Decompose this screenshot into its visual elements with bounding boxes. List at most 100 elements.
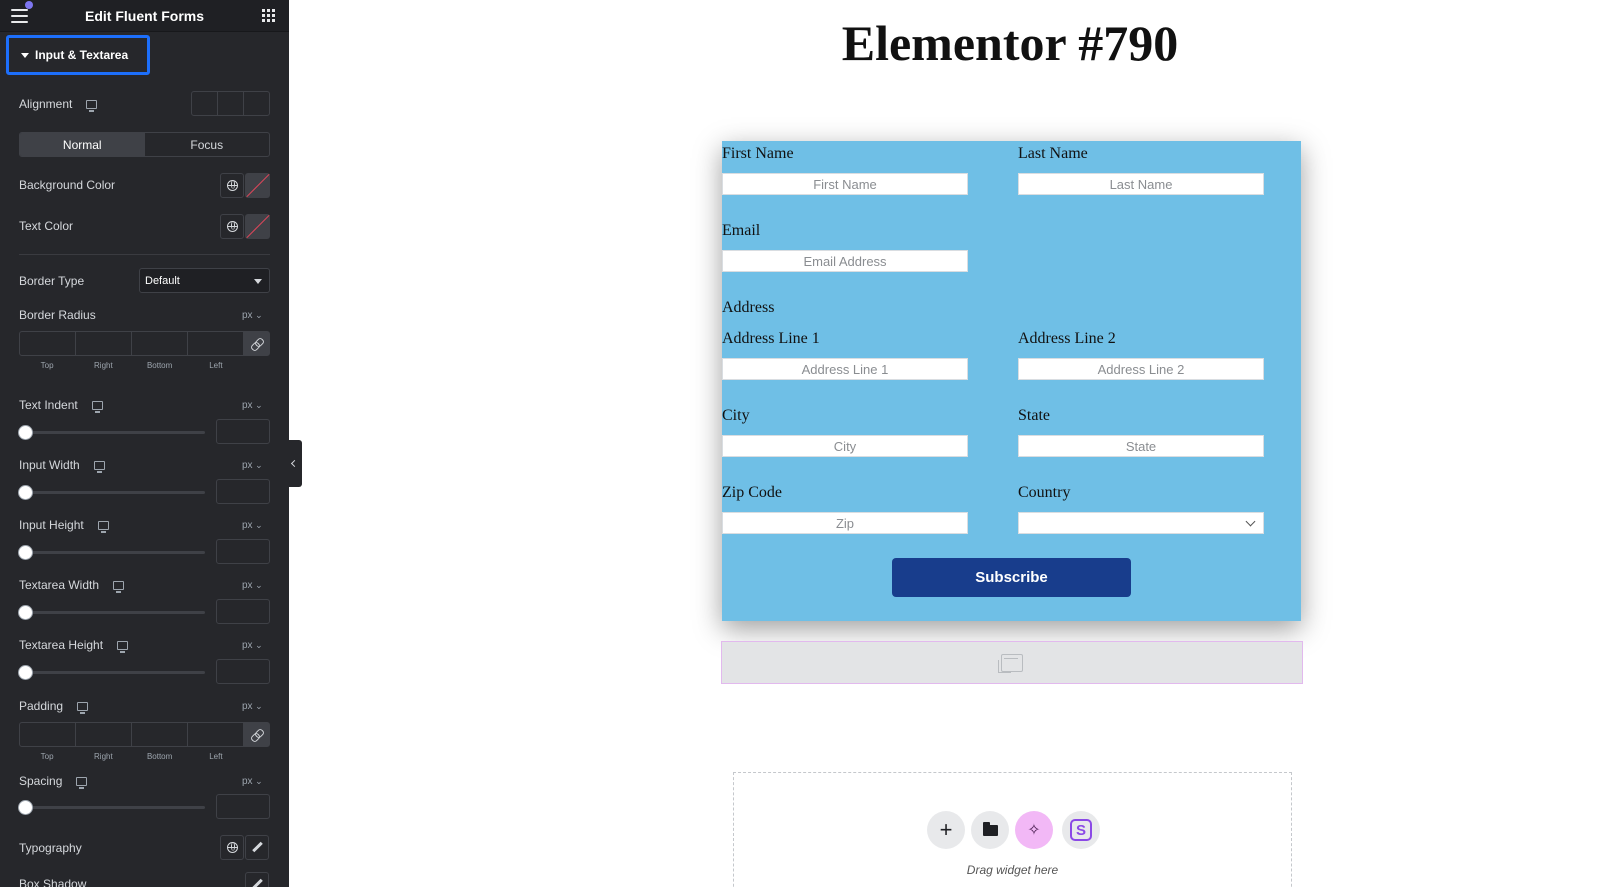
input-height-input[interactable] bbox=[216, 539, 270, 564]
responsive-monitor-icon[interactable] bbox=[93, 460, 105, 473]
input-height-label: Input Height bbox=[19, 518, 84, 532]
email-input[interactable] bbox=[722, 250, 968, 272]
unit-selector[interactable]: px bbox=[242, 580, 263, 591]
slider-handle[interactable] bbox=[18, 605, 33, 620]
spacing-input[interactable] bbox=[216, 794, 270, 819]
link-icon bbox=[252, 730, 262, 740]
align-left-button[interactable] bbox=[192, 92, 218, 115]
country-select[interactable] bbox=[1018, 512, 1264, 534]
unit-selector[interactable]: px bbox=[242, 310, 263, 321]
edit-box-shadow-button[interactable] bbox=[245, 872, 269, 887]
last-name-input[interactable] bbox=[1018, 173, 1264, 195]
dim-label-left: Left bbox=[209, 361, 223, 370]
text-indent-input[interactable] bbox=[216, 419, 270, 444]
collapse-panel-button[interactable] bbox=[284, 440, 302, 487]
unit-selector[interactable]: px bbox=[242, 400, 263, 411]
padding-top-input[interactable] bbox=[20, 723, 76, 746]
responsive-monitor-icon[interactable] bbox=[86, 99, 98, 112]
padding-left-input[interactable] bbox=[188, 723, 244, 746]
global-typography-button[interactable] bbox=[220, 835, 244, 860]
spacing-control: Spacing bbox=[19, 774, 88, 789]
state-input[interactable] bbox=[1018, 435, 1264, 457]
editor-panel: Edit Fluent Forms Input & Textarea Align… bbox=[0, 0, 289, 887]
text-indent-slider[interactable] bbox=[18, 425, 205, 440]
input-width-slider[interactable] bbox=[18, 485, 205, 500]
link-values-button[interactable] bbox=[244, 332, 269, 355]
city-input[interactable] bbox=[722, 435, 968, 457]
chevron-down-icon bbox=[1245, 516, 1256, 527]
responsive-monitor-icon[interactable] bbox=[113, 580, 125, 593]
global-colors-button[interactable] bbox=[220, 173, 244, 198]
responsive-monitor-icon[interactable] bbox=[77, 701, 89, 714]
textarea-height-label: Textarea Height bbox=[19, 638, 104, 652]
global-colors-button[interactable] bbox=[220, 214, 244, 239]
zip-code-input[interactable] bbox=[722, 512, 968, 534]
align-right-button[interactable] bbox=[244, 92, 269, 115]
responsive-monitor-icon[interactable] bbox=[97, 520, 109, 533]
divider bbox=[19, 254, 270, 255]
textarea-width-slider[interactable] bbox=[18, 605, 205, 620]
subscribe-button[interactable]: Subscribe bbox=[892, 558, 1131, 597]
align-center-button[interactable] bbox=[218, 92, 244, 115]
first-name-label: First Name bbox=[722, 145, 794, 162]
radius-left-input[interactable] bbox=[188, 332, 244, 355]
padding-right-input[interactable] bbox=[76, 723, 132, 746]
text-color-swatch[interactable] bbox=[245, 214, 270, 239]
slider-handle[interactable] bbox=[18, 545, 33, 560]
radius-bottom-input[interactable] bbox=[132, 332, 188, 355]
textarea-height-slider[interactable] bbox=[18, 665, 205, 680]
widget-placeholder-icon bbox=[998, 653, 1023, 673]
section-toggle-input-textarea[interactable]: Input & Textarea bbox=[6, 35, 150, 75]
padding-bottom-input[interactable] bbox=[132, 723, 188, 746]
slider-handle[interactable] bbox=[18, 800, 33, 815]
input-height-slider[interactable] bbox=[18, 545, 205, 560]
email-label: Email bbox=[722, 222, 761, 239]
radius-right-input[interactable] bbox=[76, 332, 132, 355]
tab-focus[interactable]: Focus bbox=[145, 133, 270, 156]
input-width-input[interactable] bbox=[216, 479, 270, 504]
spacing-slider[interactable] bbox=[18, 800, 205, 815]
slider-handle[interactable] bbox=[18, 485, 33, 500]
unit-selector[interactable]: px bbox=[242, 776, 263, 787]
tab-normal[interactable]: Normal bbox=[20, 133, 145, 156]
border-type-label: Border Type bbox=[19, 274, 85, 288]
radius-top-input[interactable] bbox=[20, 332, 76, 355]
first-name-input[interactable] bbox=[722, 173, 968, 195]
add-section-button[interactable]: + bbox=[927, 811, 965, 849]
link-values-button[interactable] bbox=[244, 723, 269, 746]
widget-drop-zone[interactable]: + ✧ S Drag widget here bbox=[733, 772, 1292, 887]
textarea-height-input[interactable] bbox=[216, 659, 270, 684]
edit-typography-button[interactable] bbox=[245, 835, 269, 860]
pencil-icon bbox=[252, 879, 263, 887]
address-line1-input[interactable] bbox=[722, 358, 968, 380]
widgets-grid-icon[interactable] bbox=[262, 9, 275, 22]
responsive-monitor-icon[interactable] bbox=[76, 776, 88, 789]
padding-label: Padding bbox=[19, 699, 64, 713]
responsive-monitor-icon[interactable] bbox=[117, 640, 129, 653]
background-color-swatch[interactable] bbox=[245, 173, 270, 198]
sparkle-icon: ✧ bbox=[1027, 822, 1041, 839]
input-width-label: Input Width bbox=[19, 458, 80, 472]
ai-generate-button[interactable]: ✧ bbox=[1015, 811, 1053, 849]
empty-widget-placeholder[interactable] bbox=[721, 641, 1303, 684]
unit-selector[interactable]: px bbox=[242, 520, 263, 531]
border-type-select[interactable]: Default bbox=[139, 268, 270, 293]
folder-icon bbox=[982, 821, 998, 836]
responsive-monitor-icon[interactable] bbox=[91, 400, 103, 413]
slider-handle[interactable] bbox=[18, 665, 33, 680]
starter-templates-button[interactable]: S bbox=[1062, 811, 1100, 849]
slider-handle[interactable] bbox=[18, 425, 33, 440]
border-radius-dim-labels: Top Right Bottom Left bbox=[19, 361, 244, 370]
textarea-width-input[interactable] bbox=[216, 599, 270, 624]
alignment-label: Alignment bbox=[19, 97, 73, 111]
text-indent-control: Text Indent bbox=[19, 398, 103, 413]
unit-selector[interactable]: px bbox=[242, 701, 263, 712]
fluent-form-widget[interactable]: First Name Last Name Email Address Addre… bbox=[722, 141, 1301, 621]
alignment-buttons bbox=[191, 91, 270, 116]
dim-label-bottom: Bottom bbox=[146, 752, 173, 761]
address-line2-input[interactable] bbox=[1018, 358, 1264, 380]
unit-selector[interactable]: px bbox=[242, 640, 263, 651]
unit-selector[interactable]: px bbox=[242, 460, 263, 471]
add-template-button[interactable] bbox=[971, 811, 1009, 849]
border-radius-label: Border Radius bbox=[19, 308, 96, 322]
